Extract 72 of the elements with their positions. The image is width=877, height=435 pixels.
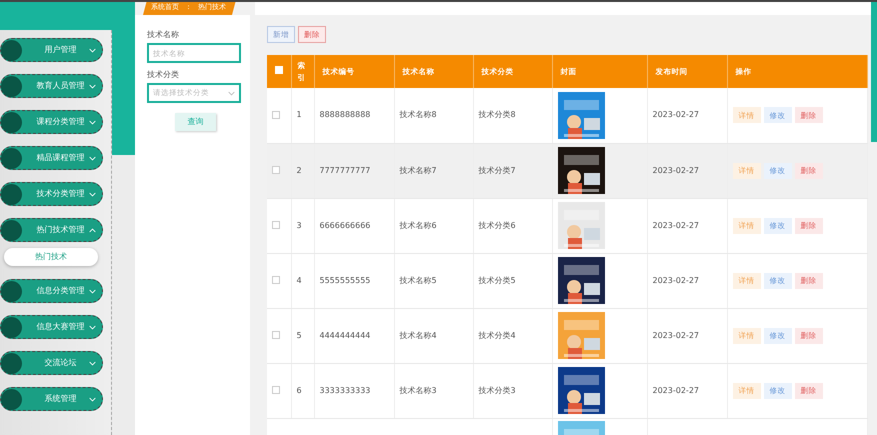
menu-item[interactable]: 交流论坛 (0, 351, 103, 375)
table-cell: 4 (291, 253, 314, 308)
field-label: 技术名称 (147, 29, 180, 41)
table-cell: 8888888888 (314, 88, 394, 143)
menu-label: 教育人员管理 (36, 80, 86, 92)
table-cell: 技术名称6 (394, 198, 473, 253)
menu-item[interactable]: 系统管理 (0, 387, 103, 411)
checkbox[interactable] (272, 331, 280, 340)
table-cell: 5555555555 (314, 253, 394, 308)
search-button[interactable]: 查询 (175, 113, 216, 131)
table-cell: 2023-02-27 (647, 363, 727, 418)
table-cell: 7777777777 (314, 143, 394, 198)
table-cell: 1 (291, 88, 314, 143)
table-cell: 技术名称4 (394, 308, 473, 363)
table-cell: 技术名称3 (394, 363, 473, 418)
table-cell: 4444444444 (314, 308, 394, 363)
menu-item[interactable]: 教育人员管理 (0, 74, 103, 98)
table-cell: 技术分类4 (473, 308, 552, 363)
table-cell: 2023-02-27 (647, 308, 727, 363)
checkbox[interactable] (275, 66, 283, 74)
checkbox[interactable] (272, 111, 280, 120)
circle-icon (1, 316, 22, 338)
menu-label: 技术分类管理 (36, 188, 86, 200)
circle-icon (1, 148, 22, 168)
circle-icon (1, 40, 22, 60)
checkbox[interactable] (272, 386, 280, 394)
circle-icon (1, 184, 22, 204)
menu-label: 信息分类管理 (36, 285, 86, 297)
table-cell: 3 (291, 198, 314, 253)
checkbox[interactable] (272, 166, 280, 174)
menu-label: 热门技术管理 (36, 224, 86, 236)
field-label: 技术分类 (147, 69, 180, 81)
menu-item[interactable]: 技术分类管理 (0, 182, 103, 206)
table-cell: 5 (291, 308, 314, 363)
menu-label: 精品课程管理 (36, 152, 86, 164)
table-cell: 2023-02-27 (647, 143, 727, 198)
menu-item[interactable]: 用户管理 (0, 38, 103, 62)
circle-icon (1, 220, 22, 240)
checkbox[interactable] (272, 221, 280, 230)
menu-item[interactable]: 信息分类管理 (0, 279, 103, 303)
table-cell: 2023-02-27 (647, 198, 727, 253)
table-cell: 2023-02-27 (647, 253, 727, 308)
table-cell: 技术分类3 (473, 363, 552, 418)
menu-item[interactable]: 热门技术管理 (0, 218, 103, 242)
table-cell: 技术分类6 (473, 198, 552, 253)
table-cell: 2 (291, 143, 314, 198)
table-cell: 技术名称7 (394, 143, 473, 198)
menu-item[interactable]: 精品课程管理 (0, 146, 103, 170)
menu-label: 用户管理 (44, 44, 78, 56)
chevron-down-icon (228, 90, 235, 96)
menu-label: 信息大赛管理 (36, 321, 86, 333)
circle-icon (1, 352, 22, 374)
table-cell: 技术名称5 (394, 253, 473, 308)
table-cell: 6 (291, 363, 314, 418)
menu-label: 交流论坛 (44, 357, 78, 369)
menu-item[interactable]: 信息大赛管理 (0, 315, 103, 339)
circle-icon (1, 280, 22, 302)
table-cell: 技术分类5 (473, 253, 552, 308)
circle-icon (1, 388, 22, 410)
submenu-item[interactable]: 热门技术 (4, 248, 98, 266)
table-cell: 技术分类7 (473, 143, 552, 198)
table-cell: 2023-02-27 (647, 88, 727, 143)
menu-item[interactable]: 课程分类管理 (0, 110, 103, 134)
table-cell: 3333333333 (314, 363, 394, 418)
table-cell: 技术分类8 (473, 88, 552, 143)
table-cell: 6666666666 (314, 198, 394, 253)
table-cell: 技术名称8 (394, 88, 473, 143)
menu-label: 课程分类管理 (36, 116, 86, 128)
checkbox[interactable] (272, 276, 280, 284)
circle-icon (1, 76, 22, 96)
menu-label: 系统管理 (44, 393, 78, 405)
circle-icon (1, 112, 22, 132)
